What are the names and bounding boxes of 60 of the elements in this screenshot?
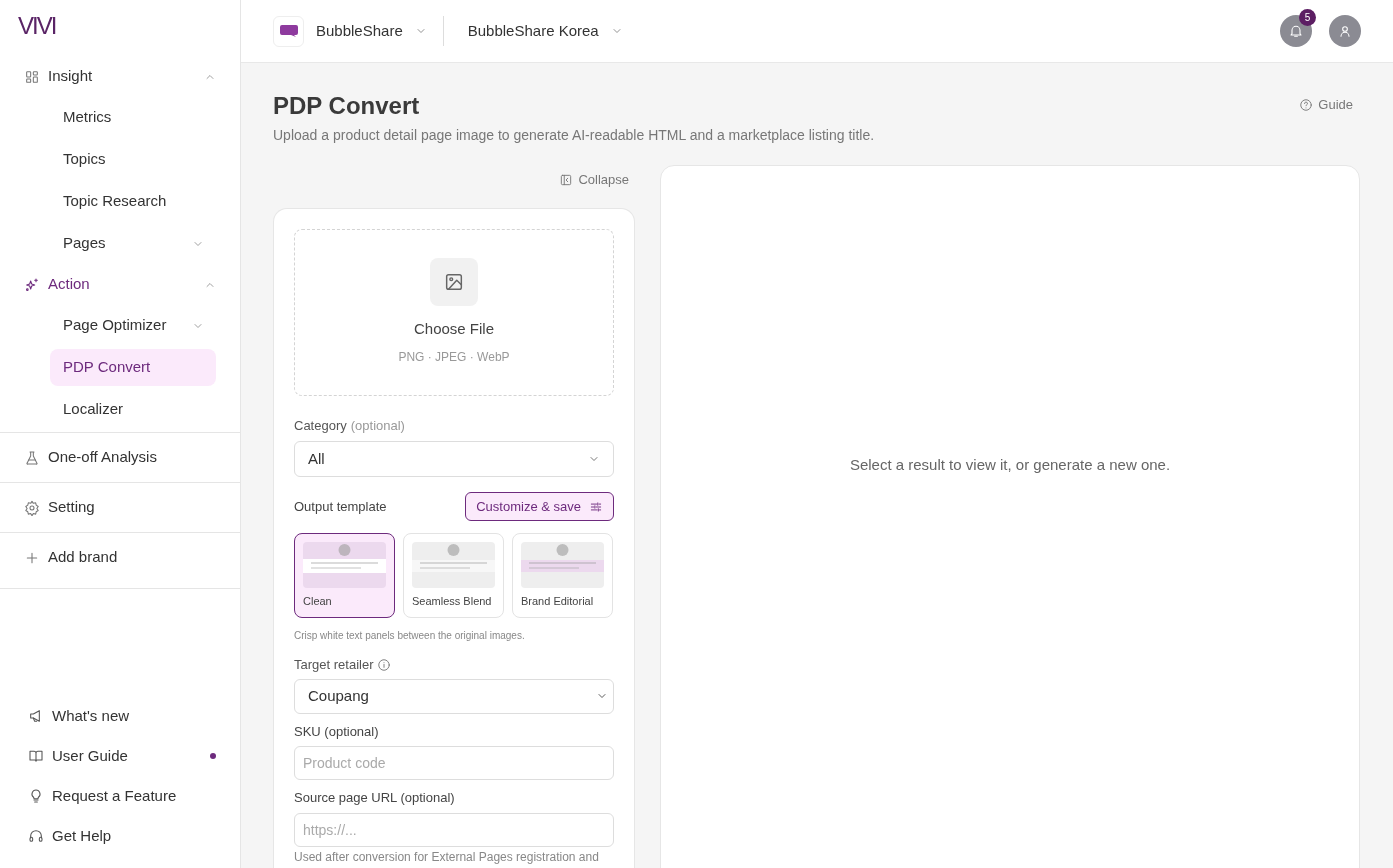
retailer-select[interactable]: Coupang [294, 678, 614, 714]
file-drop-zone[interactable]: Choose File PNG · JPEG · WebP [294, 228, 614, 396]
upload-label: Choose File [413, 318, 494, 339]
customize-save-button[interactable]: Customize & save [465, 492, 614, 521]
footer-link[interactable]: User Guide [28, 742, 212, 770]
nav-subitem[interactable]: PDP Convert [50, 349, 216, 386]
logo[interactable]: VIVI [0, 0, 74, 58]
lightbulb-icon [28, 788, 44, 804]
settings-icon [24, 499, 40, 516]
guide-link[interactable]: Guide [1299, 95, 1353, 115]
sku-input[interactable]: Product code [294, 746, 614, 780]
footer-link[interactable]: Get Help [28, 822, 212, 850]
footer-link[interactable]: What's new [28, 702, 212, 730]
field-label: Output template [294, 497, 388, 516]
book-icon [28, 748, 44, 764]
dashboard-icon [24, 68, 40, 85]
nav-item[interactable]: Setting [12, 489, 228, 526]
notifications-button[interactable] [1280, 15, 1312, 47]
nav-item[interactable]: One-off Analysis [12, 439, 228, 476]
flask-icon [24, 449, 40, 466]
headset-icon [28, 828, 44, 844]
category-select[interactable]: All [294, 441, 614, 477]
help-text: Used after conversion for External Pages registration and [294, 849, 600, 865]
sparkle-icon [24, 276, 40, 293]
sliders-icon [589, 499, 603, 514]
template-description: Crisp white text panels between the original images. [294, 629, 526, 643]
info-icon [377, 657, 392, 672]
panel-collapse-icon [559, 172, 574, 187]
user-avatar-button[interactable] [1329, 15, 1361, 47]
footer-link[interactable]: Request a Feature [28, 782, 212, 810]
nav-subitem[interactable]: Topic Research [50, 183, 216, 220]
brand-logo-icon [273, 15, 304, 47]
nav-subitem[interactable]: Topics [50, 141, 216, 178]
brand-switcher[interactable]: BubbleShare [273, 16, 444, 46]
template-option[interactable]: Clean [294, 533, 395, 618]
template-option[interactable]: Brand Editorial [512, 533, 613, 618]
field-label: Source page URL (optional) [294, 789, 456, 807]
notification-badge: 5 [1299, 9, 1316, 26]
field-label: Category [294, 416, 347, 435]
nav-subitem[interactable]: Page Optimizer [50, 307, 216, 344]
user-icon [1337, 23, 1353, 39]
template-option[interactable]: Seamless Blend [403, 533, 504, 618]
nav-subitem[interactable]: Localizer [50, 391, 216, 428]
page-subtitle: Upload a product detail page image to generate AI-readable HTML and a marketplace listing title. [273, 126, 876, 145]
collapse-button[interactable]: Collapse [559, 170, 629, 190]
nav-item[interactable]: Add brand [12, 539, 228, 576]
field-label: SKU (optional) [294, 722, 380, 741]
empty-state-message: Select a result to view it, or generate a new one. [849, 454, 1171, 475]
nav-item[interactable]: Insight [12, 58, 228, 95]
file-formats: PNG · JPEG · WebP [398, 349, 510, 367]
nav-subitem[interactable]: Pages [50, 225, 216, 262]
help-icon [1299, 97, 1314, 112]
nav-item[interactable]: Action [12, 266, 228, 303]
workspace-switcher[interactable]: BubbleShare Korea [443, 19, 623, 43]
optional-hint: (optional) [350, 416, 405, 435]
field-label: Target retailer [294, 656, 374, 674]
nav-subitem[interactable]: Metrics [50, 99, 216, 136]
page-title: PDP Convert [273, 91, 421, 121]
bell-icon [1288, 23, 1304, 39]
url-input[interactable]: https://... [294, 812, 614, 847]
